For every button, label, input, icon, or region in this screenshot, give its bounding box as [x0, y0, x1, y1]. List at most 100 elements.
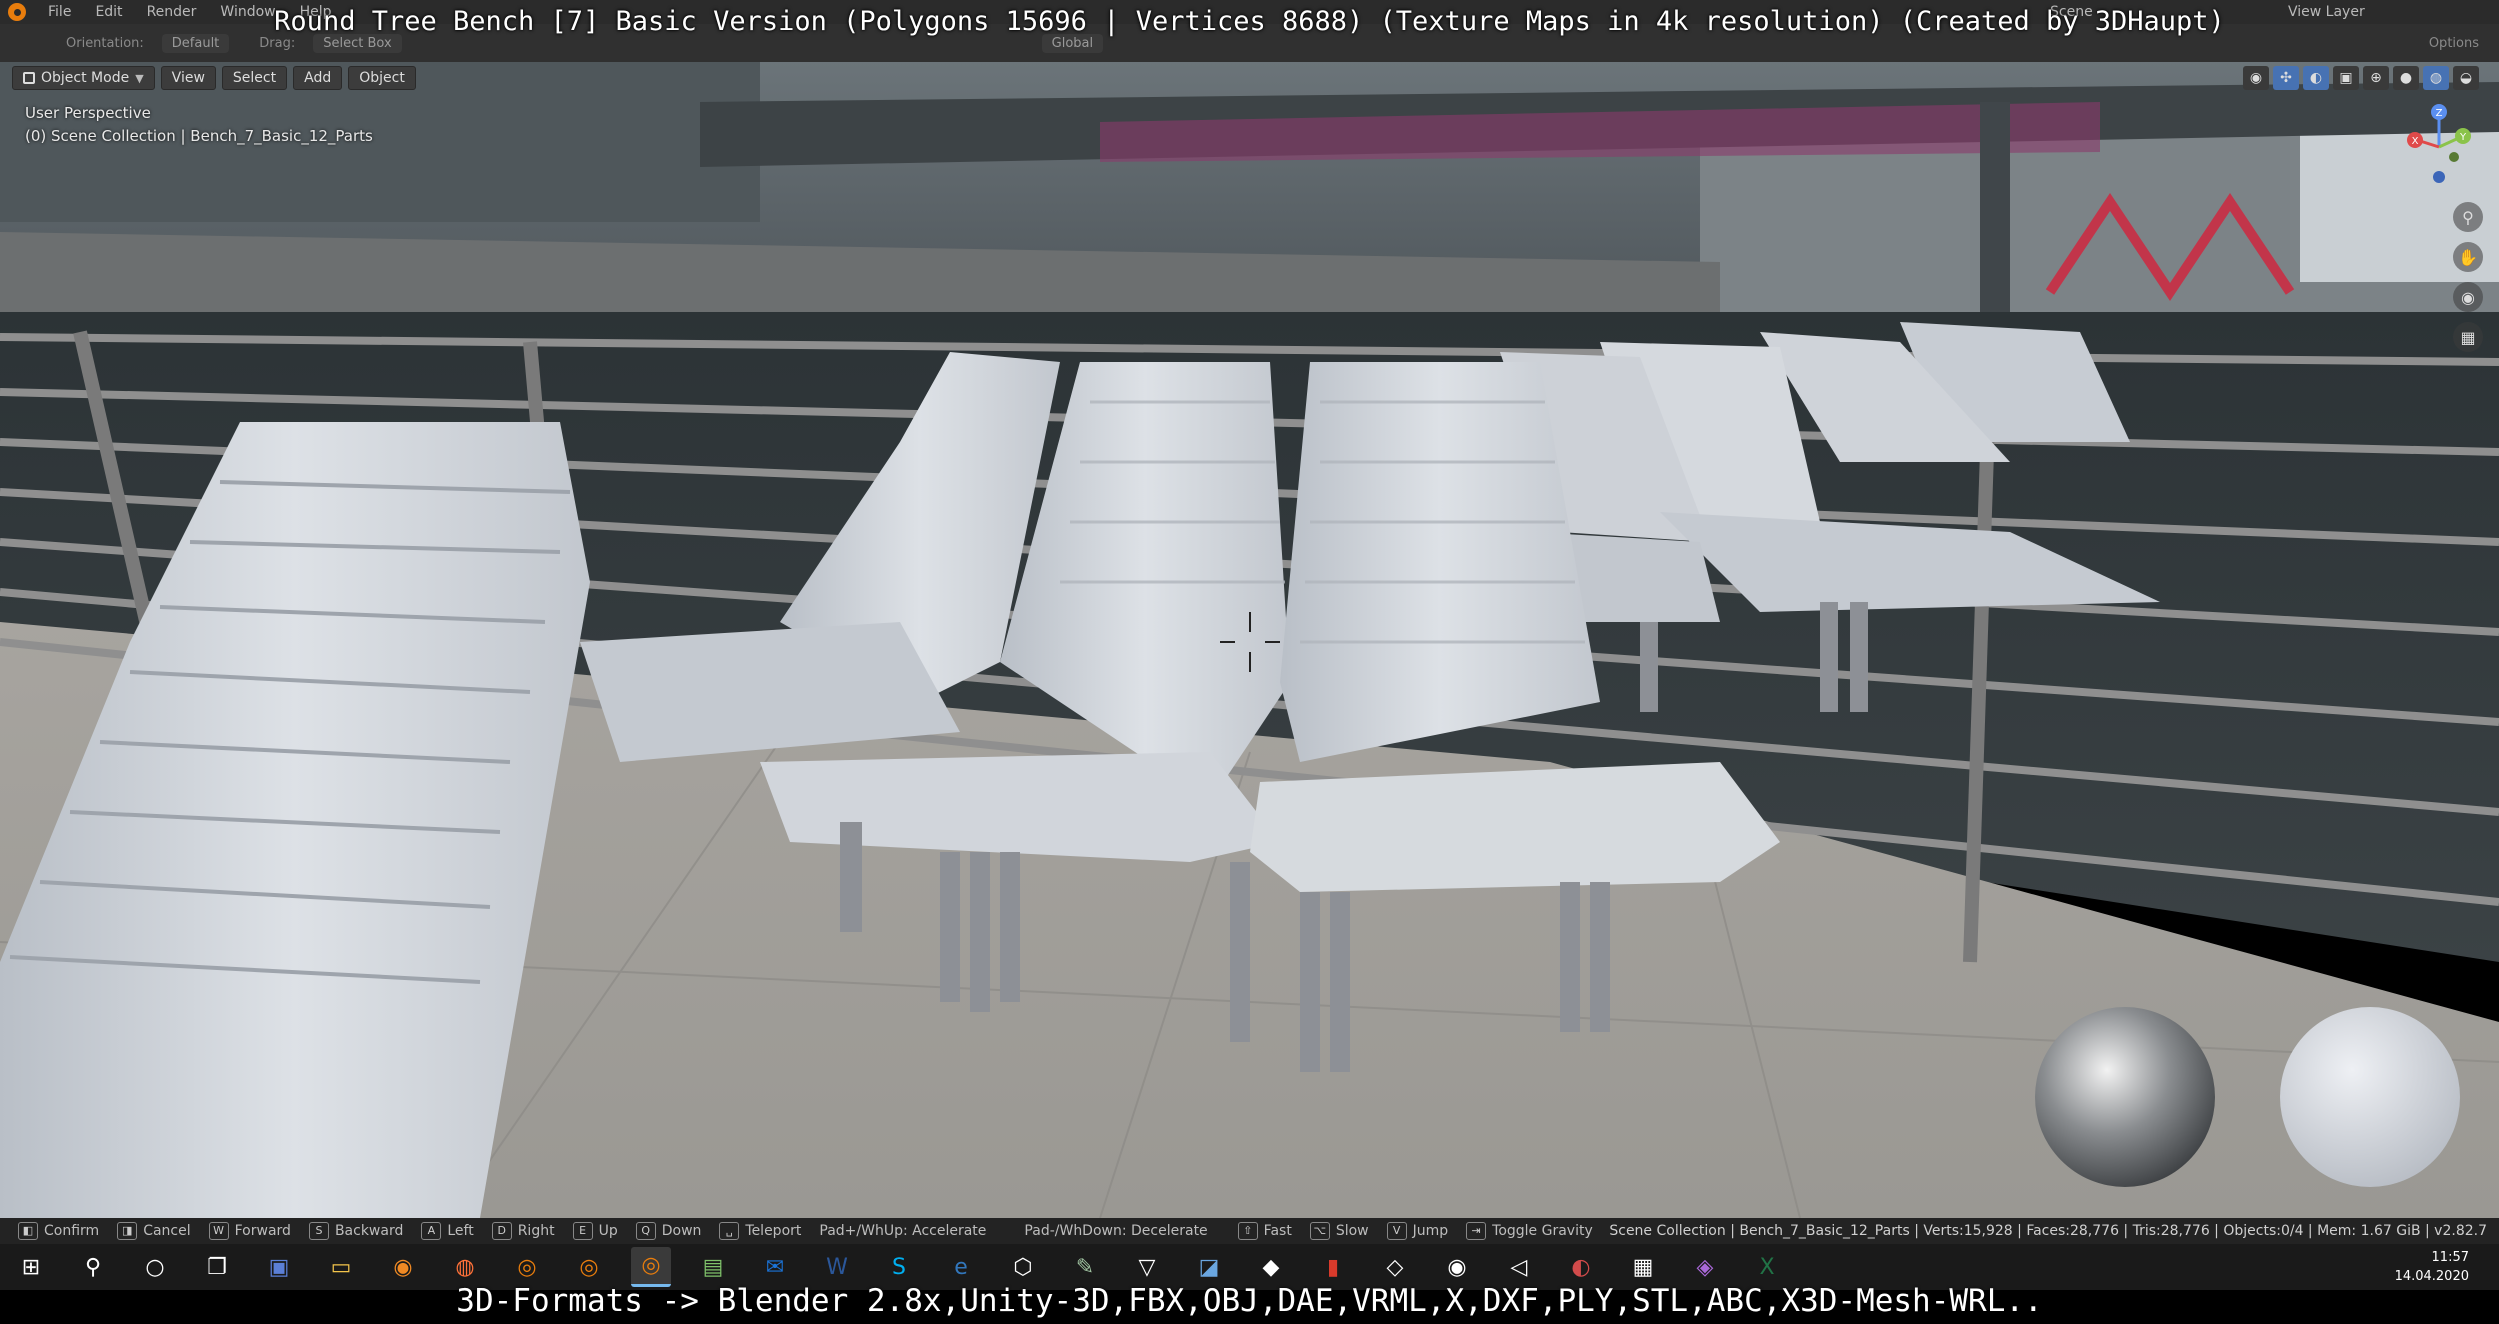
tab-key-icon: ⇥ [1466, 1222, 1487, 1240]
edge-icon[interactable]: e [941, 1247, 981, 1287]
calculator-icon[interactable]: ▦ [1623, 1247, 1663, 1287]
spacebar-icon: ␣ [719, 1222, 740, 1240]
object-menu[interactable]: Object [348, 66, 416, 90]
status-item: Pad+/WhUp: Accelerate [819, 1223, 986, 1239]
gizmo-z-label: Z [2436, 108, 2443, 119]
system-clock[interactable]: 11:57 14.04.2020 [2395, 1248, 2469, 1286]
pdf-icon[interactable]: ▮ [1313, 1247, 1353, 1287]
object-mode-icon [23, 72, 35, 84]
blender-app-icon[interactable]: ◎ [507, 1247, 547, 1287]
gizmo-y-label: Y [2459, 132, 2467, 143]
select-menu[interactable]: Select [221, 66, 288, 90]
key-w: W [208, 1222, 229, 1240]
status-item: A Left [421, 1222, 474, 1240]
key-e: E [572, 1222, 593, 1240]
visibility-icon[interactable]: ◉ [2243, 66, 2269, 90]
notepad-icon[interactable]: ▤ [693, 1247, 733, 1287]
hdri-matte-sphere [2280, 1007, 2460, 1187]
status-label: Cancel [143, 1223, 191, 1239]
hdri-chrome-sphere [2035, 1007, 2215, 1187]
navigation-gizmo[interactable]: Z Y X [2399, 102, 2479, 192]
mouse-left-icon: ◧ [18, 1222, 38, 1240]
status-item: ⇧ Fast [1237, 1222, 1292, 1240]
blender-active-app-icon[interactable]: ◎ [631, 1247, 671, 1287]
overlay-toggle-icon[interactable]: ◐ [2303, 66, 2329, 90]
status-label: Backward [334, 1223, 404, 1239]
xray-toggle-icon[interactable]: ▣ [2333, 66, 2359, 90]
perspective-label: User Perspective [25, 104, 151, 122]
status-label: Down [661, 1223, 702, 1239]
wireframe-shading-icon[interactable]: ⊕ [2363, 66, 2389, 90]
status-label: Left [447, 1223, 474, 1239]
save-app-icon[interactable]: ▣ [259, 1247, 299, 1287]
app-icon[interactable]: ▽ [1127, 1247, 1167, 1287]
status-item: ◨ Cancel [117, 1222, 191, 1240]
search-icon[interactable]: ⚲ [73, 1247, 113, 1287]
gizmo-toggle-icon[interactable]: ✣ [2273, 66, 2299, 90]
word-icon[interactable]: W [817, 1247, 857, 1287]
viewport-header: Object Mode ▼ View Select Add Object [12, 66, 416, 90]
status-item: ⇥ Toggle Gravity [1466, 1222, 1593, 1240]
view-menu[interactable]: View [160, 66, 216, 90]
drag-label: Drag: [259, 35, 296, 51]
key-a: A [421, 1222, 442, 1240]
status-item: Q Down [635, 1222, 702, 1240]
status-item: ◧ Confirm [18, 1222, 99, 1240]
status-label: Up [598, 1223, 618, 1239]
3d-viewport[interactable]: Object Mode ▼ View Select Add Object Use… [0, 62, 2499, 1218]
key-v: V [1386, 1222, 1407, 1240]
app-icon[interactable]: ◈ [1685, 1247, 1725, 1287]
status-item: W Forward [208, 1222, 291, 1240]
material-shading-icon[interactable]: ◍ [2423, 66, 2449, 90]
pan-hand-icon[interactable]: ✋ [2453, 242, 2483, 272]
status-label: Slow [1335, 1223, 1369, 1239]
app-icon[interactable]: ✎ [1065, 1247, 1105, 1287]
task-view-icon[interactable]: ❐ [197, 1247, 237, 1287]
file-explorer-icon[interactable]: ▭ [321, 1247, 361, 1287]
alt-key-icon: ⌥ [1309, 1222, 1330, 1240]
status-item: ⌥ Slow [1309, 1222, 1369, 1240]
status-label: Pad+/WhUp: Accelerate [819, 1223, 987, 1239]
add-menu[interactable]: Add [293, 66, 343, 90]
app-icon[interactable]: ◪ [1189, 1247, 1229, 1287]
app-icon[interactable]: ◁ [1499, 1247, 1539, 1287]
screen: File Edit Render Window Help Scene View … [0, 0, 2499, 1324]
options-dropdown[interactable]: Options [2429, 36, 2479, 51]
rendered-shading-icon[interactable]: ◒ [2453, 66, 2479, 90]
app-icon[interactable]: ◐ [1561, 1247, 1601, 1287]
browser-icon[interactable]: ◉ [383, 1247, 423, 1287]
blender-app-icon[interactable]: ◎ [569, 1247, 609, 1287]
status-label: Pad-/WhDown: Decelerate [1024, 1223, 1208, 1239]
camera-view-icon[interactable]: ◉ [2453, 282, 2483, 312]
obs-icon[interactable]: ◉ [1437, 1247, 1477, 1287]
status-label: Forward [234, 1223, 291, 1239]
key-s: S [308, 1222, 329, 1240]
firefox-icon[interactable]: ◍ [445, 1247, 485, 1287]
3d-viewer-icon[interactable]: ⬡ [1003, 1247, 1043, 1287]
video-title-overlay: Round Tree Bench [7] Basic Version (Poly… [274, 6, 2225, 37]
zoom-icon[interactable]: ⚲ [2453, 202, 2483, 232]
cortana-icon[interactable]: ○ [135, 1247, 175, 1287]
collection-label: (0) Scene Collection | Bench_7_Basic_12_… [25, 127, 373, 145]
status-label: Toggle Gravity [1492, 1223, 1593, 1239]
status-label: Right [517, 1223, 555, 1239]
perspective-toggle-icon[interactable]: ▦ [2453, 322, 2483, 352]
viewport-scene [0, 62, 2499, 1218]
orientation-label: Orientation: [66, 35, 144, 51]
status-label: Jump [1412, 1223, 1449, 1239]
windows-start-icon[interactable]: ⊞ [11, 1247, 51, 1287]
object-mode-label: Object Mode [41, 70, 130, 86]
mouse-right-icon: ◨ [117, 1222, 138, 1240]
unity-icon[interactable]: ◇ [1375, 1247, 1415, 1287]
solid-shading-icon[interactable]: ● [2393, 66, 2419, 90]
excel-icon[interactable]: X [1747, 1247, 1787, 1287]
scene-statistics: Scene Collection | Bench_7_Basic_12_Part… [1609, 1223, 2487, 1239]
status-label: Teleport [745, 1223, 802, 1239]
app-icon[interactable]: ◆ [1251, 1247, 1291, 1287]
object-mode-dropdown[interactable]: Object Mode ▼ [12, 66, 155, 90]
formats-caption: 3D-Formats -> Blender 2.8x,Unity-3D,FBX,… [456, 1283, 2043, 1319]
outlook-icon[interactable]: ✉ [755, 1247, 795, 1287]
status-label: Fast [1263, 1223, 1292, 1239]
skype-icon[interactable]: S [879, 1247, 919, 1287]
status-bar: ◧ Confirm ◨ Cancel W Forward S Backward A Lef… [0, 1218, 2499, 1244]
